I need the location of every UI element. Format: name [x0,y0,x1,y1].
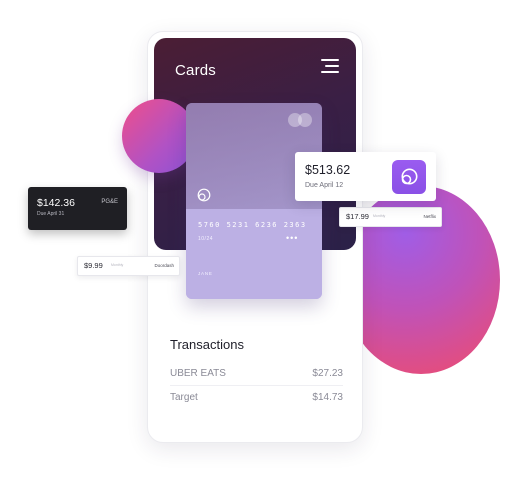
bill-vendor: PG&E [101,199,118,205]
transaction-row[interactable]: Target $14.73 [170,392,343,403]
bill-amount: $142.36 [37,197,75,209]
transaction-amount: $27.23 [312,368,343,379]
app-logo-badge [392,160,426,194]
card-more-icon[interactable]: ••• [286,233,298,243]
subscription-pill-netflix[interactable]: $17.99 Monthly Netflix [339,207,442,227]
subscription-pill-doordash[interactable]: $9.99 Monthly Doordash [77,256,180,276]
credit-card[interactable]: 5760 5231 6236 2363 10/24 ••• JANE [186,103,322,299]
bill-card-featured[interactable]: $513.62 Due April 12 [295,152,436,201]
transaction-merchant: Target [170,392,198,403]
hamburger-menu-icon[interactable] [321,59,339,73]
card-holder-name: JANE [198,271,213,276]
subscription-frequency: Monthly [373,214,386,218]
bill-card-pge[interactable]: $142.36 Due April 31 PG&E [28,187,127,230]
subscription-frequency: Monthly [111,263,124,267]
subscription-vendor: Netflix [423,213,436,219]
transaction-row[interactable]: UBER EATS $27.23 [170,368,343,379]
subscription-vendor: Doordash [154,262,174,268]
card-number: 5760 5231 6236 2363 [198,221,307,229]
card-chip-icon [288,113,314,127]
bill-due-date: Due April 31 [37,211,65,217]
bill-amount: $513.62 [305,163,351,177]
transactions-heading: Transactions [170,337,244,352]
marketing-mockup: Cards 5760 5231 6236 2363 10/24 ••• JANE… [0,0,517,483]
subscription-amount: $17.99 [346,212,369,221]
decorative-orb-small [122,99,196,173]
card-brand-logo-icon [197,188,211,202]
bill-due-date: Due April 12 [305,182,344,189]
app-logo-icon [401,168,418,185]
transaction-merchant: UBER EATS [170,368,226,379]
card-expiry: 10/24 [198,236,214,242]
transaction-amount: $14.73 [312,392,343,403]
transaction-divider [170,385,343,386]
subscription-amount: $9.99 [84,261,103,270]
page-title: Cards [175,62,217,79]
